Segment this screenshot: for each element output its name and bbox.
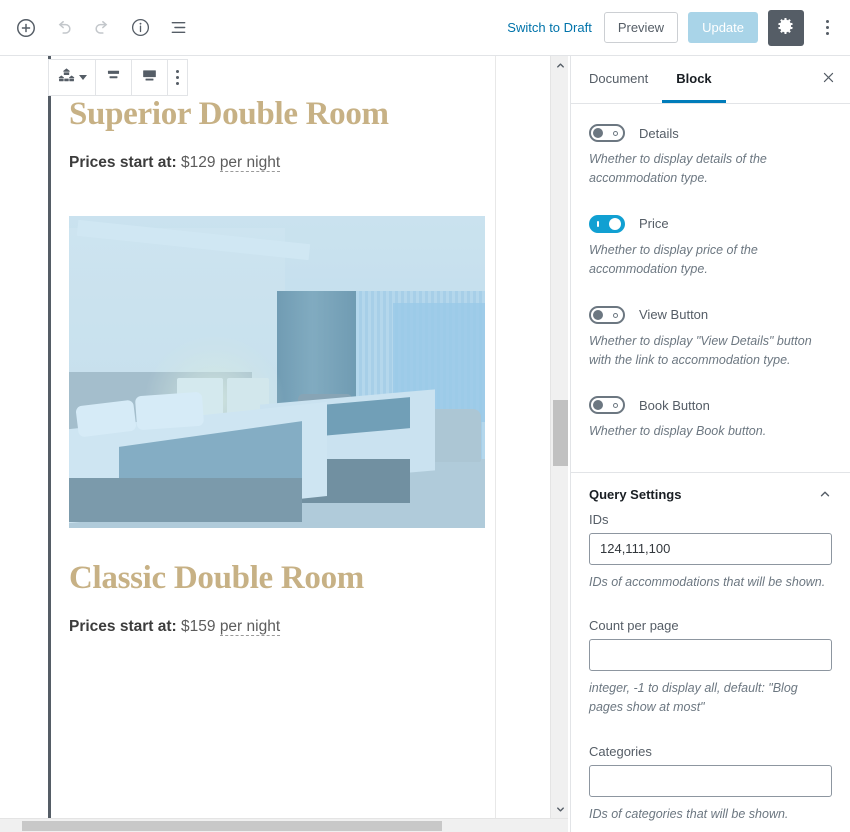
switch-to-draft-link[interactable]: Switch to Draft xyxy=(505,16,594,39)
editor-content-pane: Superior Double Room Prices start at: $1… xyxy=(0,56,570,832)
block-selection-overlay xyxy=(69,215,485,528)
update-button[interactable]: Update xyxy=(688,12,758,43)
horizontal-scrollbar-thumb[interactable] xyxy=(22,821,442,831)
ids-input[interactable] xyxy=(589,532,832,565)
top-bar-left-tools xyxy=(0,10,196,46)
undo-button[interactable] xyxy=(46,10,82,46)
book-button-toggle[interactable] xyxy=(589,396,625,415)
details-toggle-label: Details xyxy=(639,125,679,141)
view-button-help-text: Whether to display "View Details" button… xyxy=(589,333,812,367)
display-options-panel: Details Whether to display details of th… xyxy=(571,104,850,473)
toggle-row-book-button[interactable]: Book Button xyxy=(589,396,832,415)
field-categories: Categories IDs of categories that will b… xyxy=(589,744,832,824)
view-button-toggle[interactable] xyxy=(589,305,625,324)
details-help-text: Whether to display details of the accomm… xyxy=(589,152,767,186)
post-canvas: Superior Double Room Prices start at: $1… xyxy=(0,56,550,818)
price-amount-2: $159 xyxy=(181,617,216,635)
preview-button[interactable]: Preview xyxy=(603,12,679,43)
chevron-up-icon[interactable] xyxy=(818,487,832,501)
query-settings-title: Query Settings xyxy=(589,486,682,502)
chevron-down-icon xyxy=(79,75,87,80)
hotel-buildings-icon xyxy=(57,66,76,90)
price-suffix-2: per night xyxy=(219,617,281,636)
count-per-page-input[interactable] xyxy=(589,639,832,671)
toggle-row-details[interactable]: Details xyxy=(589,124,832,142)
categories-label: Categories xyxy=(589,743,652,759)
room-price-line-1: Prices start at: $129 per night xyxy=(69,153,477,172)
more-vertical-icon xyxy=(825,20,829,35)
price-toggle[interactable] xyxy=(589,214,625,233)
media-block-icon xyxy=(140,66,159,90)
settings-gear-button[interactable] xyxy=(768,9,804,46)
count-per-page-help-text: integer, -1 to display all, default: "Bl… xyxy=(589,681,798,715)
vertical-scrollbar[interactable] xyxy=(550,56,568,832)
room-price-line-2: Prices start at: $159 per night xyxy=(69,617,477,636)
horizontal-scrollbar[interactable] xyxy=(0,818,568,832)
categories-help-text: IDs of categories that will be shown. xyxy=(589,806,789,821)
field-count-per-page: Count per page integer, -1 to display al… xyxy=(589,618,832,718)
query-settings-header[interactable]: Query Settings xyxy=(571,473,850,512)
count-per-page-label: Count per page xyxy=(589,618,679,633)
price-help-text: Whether to display price of the accommod… xyxy=(589,242,758,277)
book-button-help-text: Whether to display Book button. xyxy=(589,424,767,439)
vertical-scrollbar-thumb[interactable] xyxy=(553,400,568,466)
query-settings-panel: Query Settings IDs IDs of accommodations… xyxy=(571,473,850,832)
align-center-icon xyxy=(104,66,123,90)
block-toolbar xyxy=(48,59,188,96)
selected-block-wrapper[interactable]: Superior Double Room Prices start at: $1… xyxy=(48,56,496,818)
block-type-switcher[interactable] xyxy=(49,60,96,95)
gutenberg-editor-window: Switch to Draft Preview Update Superior … xyxy=(0,0,850,832)
align-button[interactable] xyxy=(96,60,132,95)
redo-button[interactable] xyxy=(84,10,120,46)
more-vertical-icon xyxy=(176,70,179,85)
settings-sidebar: Document Block Details Whether to displa… xyxy=(570,56,850,832)
tab-block[interactable]: Block xyxy=(662,56,726,103)
close-sidebar-button[interactable] xyxy=(806,56,850,103)
room-title-2: Classic Double Room xyxy=(69,559,364,596)
details-toggle[interactable] xyxy=(589,124,625,142)
price-toggle-label: Price xyxy=(639,216,669,232)
categories-input[interactable] xyxy=(589,764,832,797)
toggle-row-view-button[interactable]: View Button xyxy=(589,305,832,324)
price-suffix-1: per night xyxy=(219,153,281,172)
scroll-up-button[interactable] xyxy=(551,56,569,74)
top-bar-right-actions: Switch to Draft Preview Update xyxy=(505,9,850,46)
price-label-1: Prices start at: xyxy=(69,153,177,171)
price-label-2: Prices start at: xyxy=(69,617,177,635)
toggle-row-price[interactable]: Price xyxy=(589,214,832,233)
price-amount-1: $129 xyxy=(181,153,216,171)
sidebar-tabs: Document Block xyxy=(571,56,850,104)
close-icon xyxy=(821,70,836,90)
book-button-toggle-label: Book Button xyxy=(639,397,710,413)
tab-document[interactable]: Document xyxy=(575,56,662,103)
field-ids: IDs IDs of accommodations that will be s… xyxy=(589,512,832,592)
gear-icon xyxy=(777,17,795,38)
block-content: Superior Double Room Prices start at: $1… xyxy=(51,96,495,636)
sidebar-body: Details Whether to display details of th… xyxy=(571,104,850,832)
scroll-down-button[interactable] xyxy=(551,800,569,818)
ids-label: IDs xyxy=(589,511,609,527)
room-image-1[interactable] xyxy=(69,215,485,528)
list-view-button[interactable] xyxy=(160,10,196,46)
room-title-1: Superior Double Room xyxy=(69,96,389,132)
block-more-options-button[interactable] xyxy=(168,60,187,95)
media-style-button[interactable] xyxy=(132,60,168,95)
more-options-button[interactable] xyxy=(814,10,840,46)
editor-top-bar: Switch to Draft Preview Update xyxy=(0,0,850,56)
ids-help-text: IDs of accommodations that will be shown… xyxy=(589,574,826,589)
view-button-toggle-label: View Button xyxy=(639,307,709,322)
add-block-button[interactable] xyxy=(8,10,44,46)
content-info-button[interactable] xyxy=(122,10,158,46)
